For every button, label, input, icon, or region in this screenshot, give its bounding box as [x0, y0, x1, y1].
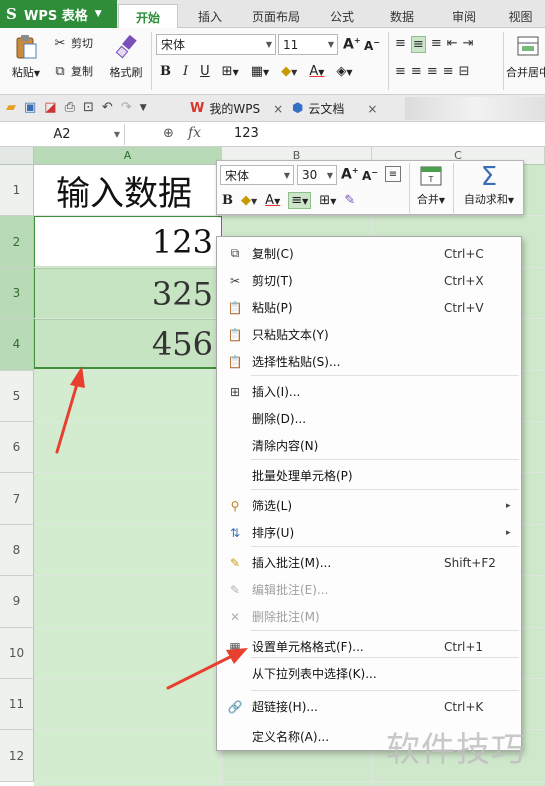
- arrow-to-selection: [55, 366, 85, 454]
- arrow-to-format-cells: [166, 648, 248, 690]
- watermark: 软件技巧: [386, 730, 526, 770]
- annotation-arrows: [55, 366, 248, 690]
